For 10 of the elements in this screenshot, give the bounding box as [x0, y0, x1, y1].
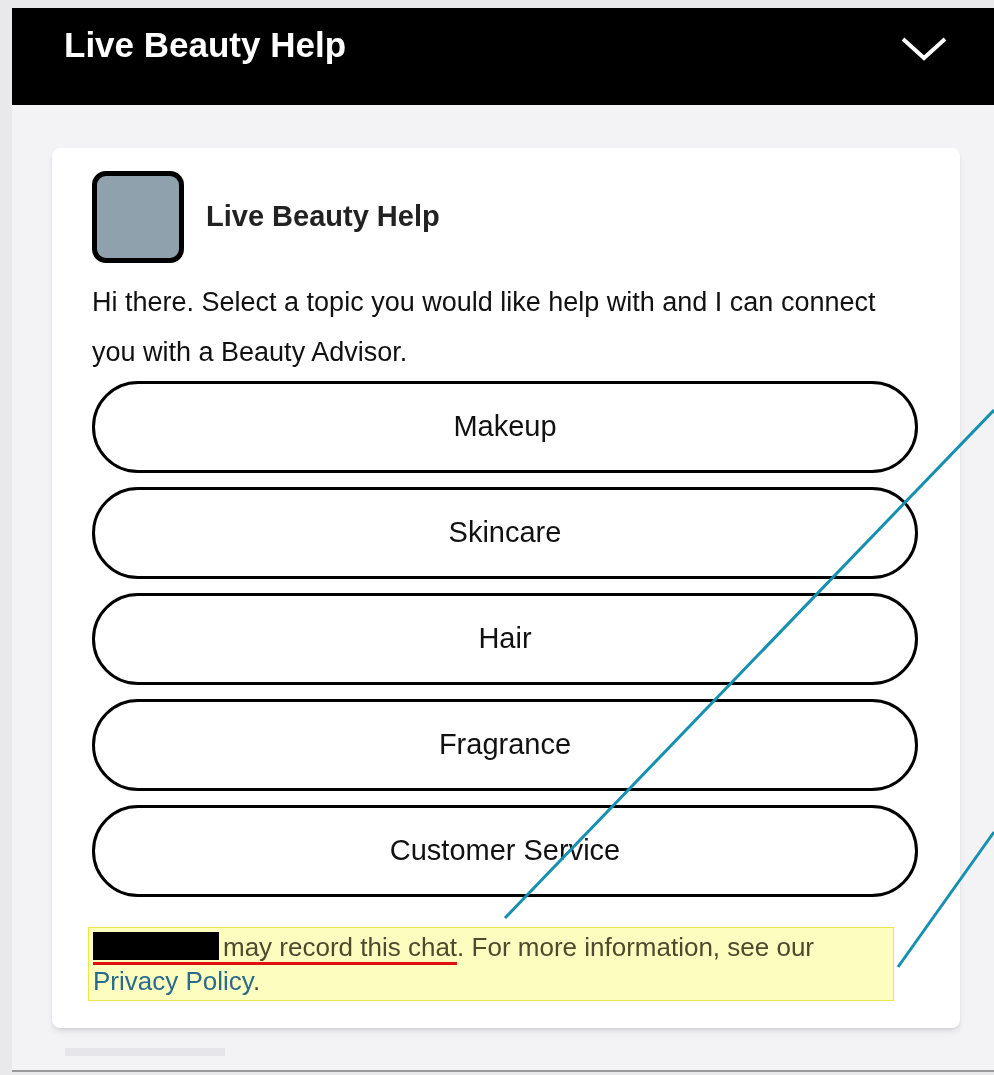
topic-button[interactable]: Skincare [92, 487, 918, 579]
privacy-policy-link[interactable]: Privacy Policy [93, 966, 253, 996]
topic-button[interactable]: Makeup [92, 381, 918, 473]
topic-button[interactable]: Fragrance [92, 699, 918, 791]
header-title: Live Beauty Help [64, 24, 347, 66]
agent-name: Live Beauty Help [206, 199, 440, 235]
greeting-message: Hi there. Select a topic you would like help with and I can connect you with a Beauty Advisor. [92, 286, 877, 369]
topic-button[interactable]: Hair [92, 593, 918, 685]
collapse-chevron-icon[interactable] [900, 36, 948, 62]
recording-notice: may record this chat. For more information, see our Privacy Policy. [93, 931, 815, 998]
